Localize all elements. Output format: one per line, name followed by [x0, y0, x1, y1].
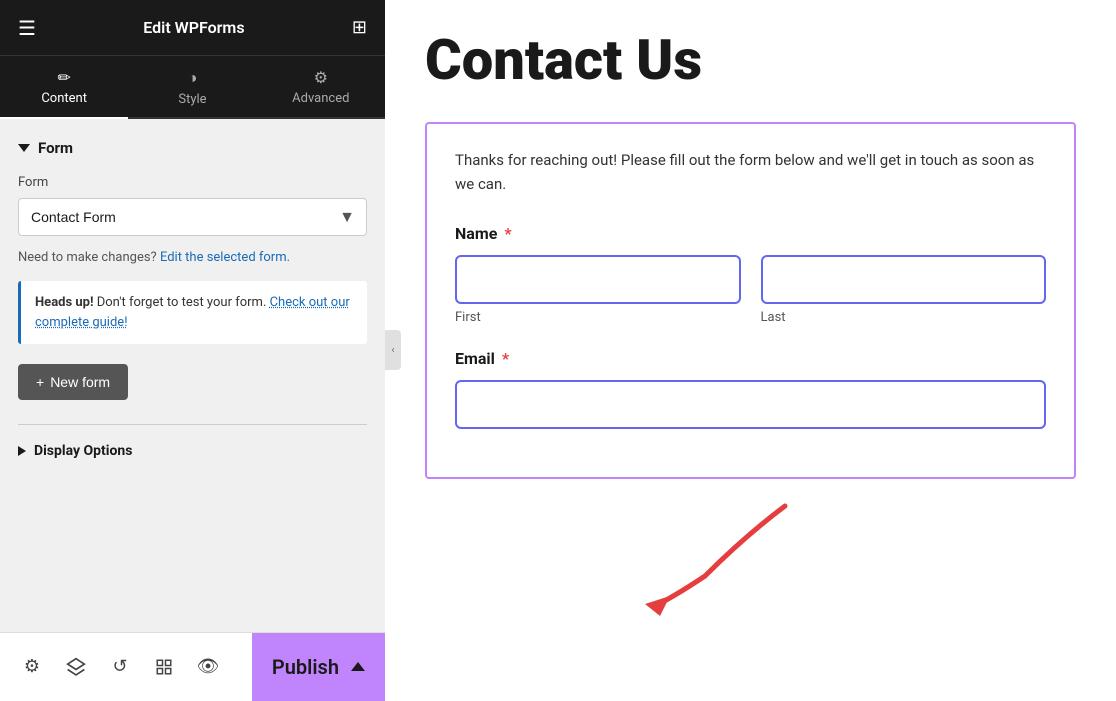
display-options-section[interactable]: Display Options [18, 439, 367, 459]
sidebar-bottom: ⚙ ↺ 👁 Publish [0, 632, 385, 700]
name-label: Name * [455, 224, 1046, 243]
name-required-star: * [504, 224, 511, 243]
last-name-input[interactable] [761, 255, 1047, 304]
display-options-label: Display Options [34, 443, 132, 459]
tab-style[interactable]: ◑ Style [128, 56, 256, 117]
eye-icon-btn[interactable]: 👁 [186, 645, 230, 689]
name-field-group: Name * First Last [455, 224, 1046, 325]
collapse-triangle-icon[interactable] [18, 144, 30, 152]
email-label: Email * [455, 349, 1046, 368]
page-title: Contact Us [425, 30, 1076, 92]
form-container: Thanks for reaching out! Please fill out… [425, 122, 1076, 479]
new-form-button[interactable]: + New form [18, 364, 128, 400]
preview-area: Contact Us Thanks for reaching out! Plea… [385, 0, 1116, 700]
form-description: Thanks for reaching out! Please fill out… [455, 148, 1046, 196]
tabs-row: ✏ Content ◑ Style ⚙ Advanced [0, 56, 385, 119]
publish-label: Publish [272, 655, 339, 679]
edit-form-link[interactable]: Edit the selected form. [160, 250, 290, 265]
tab-advanced[interactable]: ⚙ Advanced [257, 56, 385, 117]
email-field-group: Email * [455, 349, 1046, 429]
email-input[interactable] [455, 380, 1046, 429]
form-field-label: Form [18, 175, 367, 190]
info-box: Heads up! Don't forget to test your form… [18, 281, 367, 344]
gear-tab-icon: ⚙ [314, 68, 328, 87]
sidebar-header: ☰ Edit WPForms ⊞ [0, 0, 385, 56]
pencil-icon: ✏ [57, 68, 70, 87]
tab-style-label: Style [178, 92, 206, 107]
tab-content-label: Content [41, 91, 87, 106]
first-name-field: First [455, 255, 741, 325]
hamburger-icon[interactable]: ☰ [18, 16, 36, 40]
sidebar-content: Form Form Contact Form ▼ Need to make ch… [0, 119, 385, 632]
settings-icon-btn[interactable]: ⚙ [10, 645, 54, 689]
info-box-bold: Heads up! [35, 295, 94, 310]
first-name-input[interactable] [455, 255, 741, 304]
sidebar-title: Edit WPForms [143, 18, 244, 37]
edit-link-text: Need to make changes? Edit the selected … [18, 250, 367, 265]
layout-icon-btn[interactable] [142, 645, 186, 689]
form-section-title: Form [18, 139, 367, 157]
expand-triangle-icon [18, 446, 26, 456]
last-name-field: Last [761, 255, 1047, 325]
collapse-handle[interactable]: ‹ [385, 330, 401, 370]
half-circle-icon: ◑ [188, 68, 198, 88]
tab-content[interactable]: ✏ Content [0, 56, 128, 119]
tab-advanced-label: Advanced [292, 91, 349, 106]
name-fields-row: First Last [455, 255, 1046, 325]
form-section-label: Form [38, 139, 73, 157]
chevron-up-icon [351, 662, 365, 671]
divider [18, 424, 367, 425]
first-name-sublabel: First [455, 310, 741, 325]
form-select-wrapper: Contact Form ▼ [18, 198, 367, 236]
form-select[interactable]: Contact Form [18, 198, 367, 236]
last-name-sublabel: Last [761, 310, 1047, 325]
arrow-annotation [625, 496, 825, 620]
grid-icon[interactable]: ⊞ [352, 17, 367, 38]
email-required-star: * [502, 349, 509, 368]
info-box-text: Don't forget to test your form. [97, 295, 270, 310]
plus-icon: + [36, 374, 44, 390]
publish-section[interactable]: Publish [252, 633, 385, 701]
layers-icon-btn[interactable] [54, 645, 98, 689]
new-form-label: New form [50, 374, 110, 390]
history-icon-btn[interactable]: ↺ [98, 645, 142, 689]
sidebar: ☰ Edit WPForms ⊞ ✏ Content ◑ Style ⚙ Adv… [0, 0, 385, 700]
bottom-icons-group: ⚙ ↺ 👁 [0, 645, 252, 689]
